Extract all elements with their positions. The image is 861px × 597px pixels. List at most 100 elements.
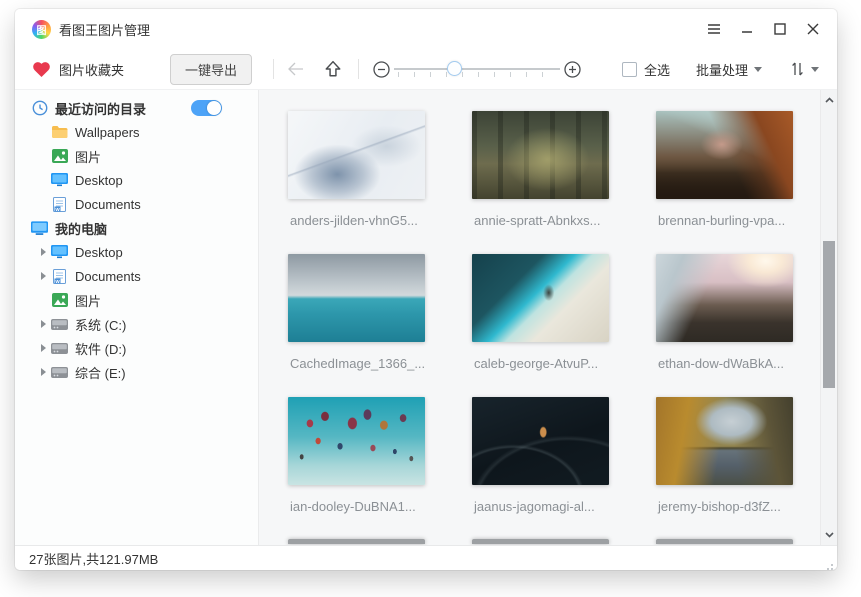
image-item[interactable]: annie-spratt-Abnkxs... <box>472 111 609 254</box>
expand-arrow-icon[interactable] <box>41 247 51 257</box>
next-row-thumbnail-edge <box>288 539 425 544</box>
image-thumbnail[interactable] <box>288 254 425 342</box>
sidebar-item-drive-c[interactable]: 系统 (C:) <box>15 312 258 336</box>
scroll-up-icon[interactable] <box>821 92 837 108</box>
chevron-down-icon <box>811 67 819 72</box>
toggle-knob <box>207 101 221 115</box>
image-filename: CachedImage_1366_... <box>288 356 425 371</box>
image-thumbnail[interactable] <box>472 254 609 342</box>
next-row-thumbnail-edge <box>472 539 609 544</box>
image-item[interactable]: jeremy-bishop-d3fZ... <box>656 397 793 540</box>
sidebar-item-recent-folders[interactable]: 最近访问的目录 <box>15 96 258 120</box>
image-thumbnail[interactable] <box>656 111 793 199</box>
vertical-scrollbar[interactable] <box>820 90 837 545</box>
expand-arrow-icon[interactable] <box>41 271 51 281</box>
sidebar-item-desktop-recent[interactable]: Desktop <box>15 168 258 192</box>
image-filename: ethan-dow-dWaBkA... <box>656 356 793 371</box>
image-thumbnail[interactable] <box>472 111 609 199</box>
image-thumbnail[interactable] <box>656 397 793 485</box>
image-thumbnail[interactable] <box>656 254 793 342</box>
monitor-icon <box>51 244 68 260</box>
image-thumbnail[interactable] <box>472 397 609 485</box>
recent-folders-toggle[interactable] <box>191 100 222 116</box>
back-icon[interactable] <box>287 62 305 76</box>
heart-icon <box>32 61 51 78</box>
zoom-in-icon[interactable] <box>564 61 581 78</box>
title-bar: 图 看图王图片管理 <box>15 9 837 49</box>
svg-text:W: W <box>55 206 60 211</box>
status-bar: 27张图片,共121.97MB <box>15 545 837 570</box>
menu-icon[interactable] <box>697 15 730 43</box>
image-item[interactable]: jaanus-jagomagi-al... <box>472 397 609 540</box>
image-filename: jeremy-bishop-d3fZ... <box>656 499 793 514</box>
image-filename: annie-spratt-Abnkxs... <box>472 213 609 228</box>
image-thumbnail[interactable] <box>288 397 425 485</box>
picture-icon <box>51 148 68 164</box>
document-icon: W <box>51 196 68 212</box>
window-controls <box>697 15 837 43</box>
window-title: 看图王图片管理 <box>59 20 150 39</box>
image-item[interactable]: ethan-dow-dWaBkA... <box>656 254 793 397</box>
toolbar: 图片收藏夹 一键导出 全选 批量处理 <box>15 49 837 89</box>
image-filename: jaanus-jagomagi-al... <box>472 499 609 514</box>
image-filename: ian-dooley-DuBNA1... <box>288 499 425 514</box>
sidebar-item-documents[interactable]: W Documents <box>15 264 258 288</box>
favorites-label: 图片收藏夹 <box>59 60 124 79</box>
expand-arrow-icon[interactable] <box>41 367 51 377</box>
sidebar-item-desktop[interactable]: Desktop <box>15 240 258 264</box>
picture-icon <box>51 292 68 308</box>
close-button[interactable] <box>796 15 829 43</box>
image-filename: anders-jilden-vhnG5... <box>288 213 425 228</box>
sidebar-item-drive-d[interactable]: 软件 (D:) <box>15 336 258 360</box>
clock-icon <box>31 100 48 116</box>
hard-drive-icon <box>51 340 68 356</box>
computer-icon <box>31 220 48 236</box>
image-thumbnail[interactable] <box>288 111 425 199</box>
expand-arrow-icon[interactable] <box>41 319 51 329</box>
home-up-icon[interactable] <box>324 60 342 78</box>
main-area: 最近访问的目录 Wallpapers 图片 <box>15 89 837 545</box>
sort-arrows-icon <box>790 61 805 77</box>
resize-grip[interactable] <box>831 564 833 566</box>
maximize-button[interactable] <box>763 15 796 43</box>
document-icon: W <box>51 268 68 284</box>
sidebar-item-pictures-computer[interactable]: 图片 <box>15 288 258 312</box>
zoom-slider[interactable] <box>394 59 560 79</box>
image-grid: anders-jilden-vhnG5... annie-spratt-Abnk… <box>288 111 793 540</box>
image-item[interactable]: anders-jilden-vhnG5... <box>288 111 425 254</box>
chevron-down-icon <box>754 67 762 72</box>
scrollbar-thumb[interactable] <box>823 241 835 388</box>
scroll-down-icon[interactable] <box>821 527 837 543</box>
sidebar-item-my-computer[interactable]: 我的电脑 <box>15 216 258 240</box>
folder-sidebar: 最近访问的目录 Wallpapers 图片 <box>15 90 259 545</box>
expand-arrow-icon[interactable] <box>41 343 51 353</box>
image-filename: brennan-burling-vpa... <box>656 213 793 228</box>
folder-icon <box>51 124 68 140</box>
sidebar-item-documents-recent[interactable]: W Documents <box>15 192 258 216</box>
svg-text:W: W <box>55 278 60 283</box>
monitor-icon <box>51 172 68 188</box>
sort-dropdown[interactable] <box>790 61 819 77</box>
select-all-label: 全选 <box>644 60 670 79</box>
zoom-slider-track[interactable] <box>394 68 560 70</box>
app-logo-icon: 图 <box>32 20 51 39</box>
thumbnail-grid-area: anders-jilden-vhnG5... annie-spratt-Abnk… <box>259 90 837 545</box>
sidebar-item-drive-e[interactable]: 综合 (E:) <box>15 360 258 384</box>
app-window: 图 看图王图片管理 图片收藏夹 一键导出 <box>15 9 837 570</box>
image-item[interactable]: CachedImage_1366_... <box>288 254 425 397</box>
export-button[interactable]: 一键导出 <box>170 54 252 85</box>
hard-drive-icon <box>51 316 68 332</box>
minimize-button[interactable] <box>730 15 763 43</box>
next-row-thumbnail-edge <box>656 539 793 544</box>
image-item[interactable]: caleb-george-AtvuP... <box>472 254 609 397</box>
toolbar-divider <box>273 59 274 79</box>
image-item[interactable]: ian-dooley-DuBNA1... <box>288 397 425 540</box>
select-all-checkbox[interactable] <box>622 62 637 77</box>
batch-process-dropdown[interactable]: 批量处理 <box>696 60 762 79</box>
image-item[interactable]: brennan-burling-vpa... <box>656 111 793 254</box>
hard-drive-icon <box>51 364 68 380</box>
toolbar-divider <box>358 59 359 79</box>
sidebar-item-pictures[interactable]: 图片 <box>15 144 258 168</box>
zoom-out-icon[interactable] <box>373 61 390 78</box>
sidebar-item-wallpapers[interactable]: Wallpapers <box>15 120 258 144</box>
